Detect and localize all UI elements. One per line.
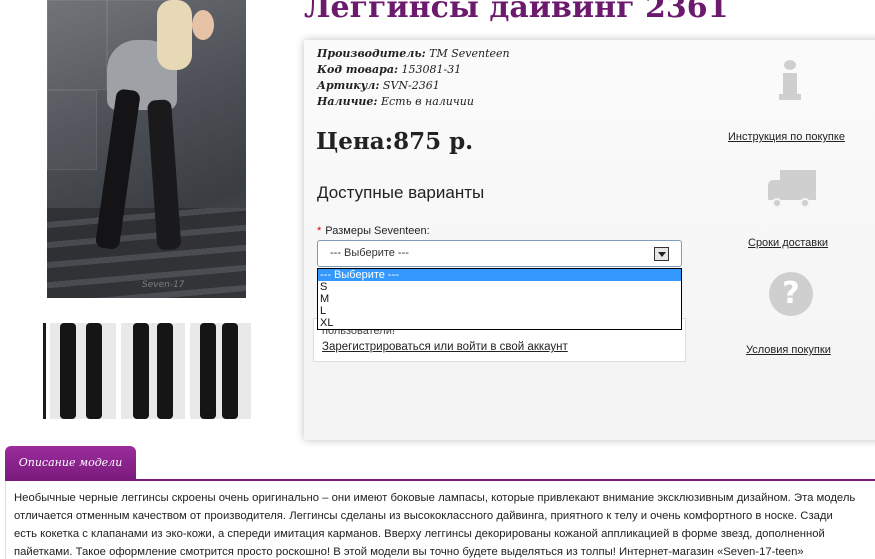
product-meta: Производитель: TM Seventeen Код товара: … — [317, 46, 510, 110]
info-icon[interactable] — [779, 60, 801, 102]
thumb-leg — [86, 323, 102, 419]
description-line: пайетками. Такое оформление смотрится пр… — [14, 546, 804, 558]
meta-availability: Наличие: Есть в наличии — [317, 94, 510, 110]
info-icon-base — [779, 94, 801, 100]
delivery-link[interactable]: Сроки доставки — [748, 237, 828, 249]
background-plate — [47, 90, 97, 170]
thumb-leg — [60, 323, 76, 419]
thumb-leg — [200, 323, 216, 419]
meta-article: Артикул: SVN-2361 — [317, 78, 510, 94]
thumb-leg — [222, 323, 238, 419]
meta-product-code: Код товара: 153081-31 — [317, 62, 510, 78]
description-line: есть кокетка с клапанами из эко-кожи, а … — [14, 528, 825, 540]
truck-icon[interactable] — [768, 170, 816, 210]
truck-icon-wheel — [772, 198, 782, 208]
size-select-value: --- Выберите --- — [330, 247, 409, 259]
product-main-image[interactable]: Seven-17 — [47, 0, 246, 298]
meta-label: Наличие: — [317, 95, 378, 108]
meta-label: Код товара: — [317, 63, 399, 76]
meta-label: Производитель: — [317, 47, 426, 60]
thumbnail-2[interactable] — [121, 323, 185, 419]
thumbnail-1[interactable] — [50, 323, 116, 419]
description-line: Необычные черные леггинсы скроены очень … — [14, 492, 856, 504]
meta-value: 153081-31 — [398, 63, 462, 76]
meta-manufacturer: Производитель: TM Seventeen — [317, 46, 510, 62]
product-price: Цена:875 р. — [316, 128, 474, 155]
thumbnail-3[interactable] — [190, 323, 251, 419]
description-text: Необычные черные леггинсы скроены очень … — [14, 489, 864, 559]
thumbnail-edge — [43, 323, 46, 419]
size-option-s[interactable]: S — [318, 281, 681, 293]
truck-icon-box — [780, 170, 816, 200]
instructions-link[interactable]: Инструкция по покупке — [728, 131, 845, 143]
tab-description[interactable]: Описание модели — [5, 446, 136, 480]
meta-value: SVN-2361 — [379, 79, 440, 92]
truck-icon-cab — [768, 180, 782, 200]
login-register-link[interactable]: Зарегистрироваться или войти в свой акка… — [322, 341, 568, 353]
meta-value: Есть в наличии — [377, 95, 474, 108]
background-plate — [47, 0, 107, 90]
size-label-text: Размеры Seventeen: — [325, 225, 430, 237]
size-option-l[interactable]: L — [318, 305, 681, 317]
chevron-down-icon[interactable] — [654, 247, 669, 261]
model-hair — [157, 0, 192, 70]
size-option-default[interactable]: --- Выберите --- — [318, 269, 681, 281]
truck-icon-wheel — [800, 198, 810, 208]
required-mark: * — [317, 225, 322, 237]
size-select[interactable]: --- Выберите --- — [317, 240, 682, 267]
info-icon-dot — [784, 60, 796, 70]
meta-value: TM Seventeen — [425, 47, 510, 60]
model-face — [192, 10, 214, 40]
size-label: * Размеры Seventeen: — [317, 225, 430, 237]
thumbnail-strip — [43, 323, 253, 419]
size-option-m[interactable]: M — [318, 293, 681, 305]
terms-link[interactable]: Условия покупки — [746, 344, 831, 356]
thumb-leg — [157, 323, 173, 419]
size-option-xl[interactable]: XL — [318, 317, 681, 329]
variants-heading: Доступные варианты — [317, 183, 485, 202]
thumb-leg — [133, 323, 149, 419]
product-title: Леггинсы дайвинг 2361 — [304, 0, 729, 25]
description-line: отличается отменным качеством от произво… — [14, 510, 833, 522]
size-dropdown-list: --- Выберите --- S M L XL — [317, 268, 682, 330]
question-icon[interactable]: ? — [769, 272, 813, 316]
photo-watermark: Seven-17 — [142, 280, 185, 290]
meta-label: Артикул: — [317, 79, 380, 92]
